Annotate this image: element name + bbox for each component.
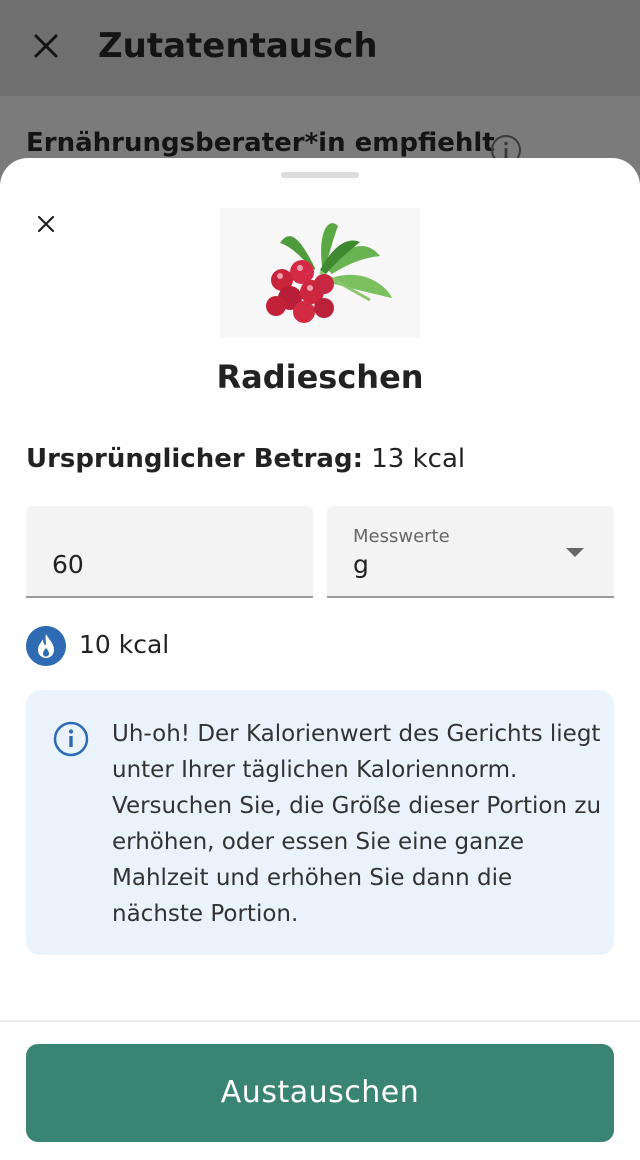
footer-divider bbox=[0, 1020, 640, 1022]
original-amount-value: 13 kcal bbox=[371, 444, 466, 474]
amount-input[interactable]: 60 bbox=[26, 506, 313, 598]
radish-image bbox=[220, 208, 420, 338]
unit-select-value: g bbox=[353, 550, 369, 579]
ingredient-name: Radieschen bbox=[216, 358, 424, 396]
unit-select-label: Messwerte bbox=[353, 526, 450, 547]
ingredient-bottom-sheet: Radieschen Ursprünglicher Betrag: 13 kca… bbox=[0, 158, 640, 1160]
amount-value: 60 bbox=[52, 550, 84, 579]
chevron-down-icon[interactable] bbox=[566, 548, 584, 557]
background-header: Zutatentausch bbox=[0, 0, 640, 96]
calorie-warning-notice: Uh-oh! Der Kalorienwert des Gerichts lie… bbox=[26, 690, 614, 955]
calories-value: 10 kcal bbox=[79, 630, 170, 659]
notice-text: Uh-oh! Der Kalorienwert des Gerichts lie… bbox=[112, 721, 602, 927]
page-title: Zutatentausch bbox=[98, 26, 378, 66]
info-icon bbox=[53, 721, 89, 757]
original-amount: Ursprünglicher Betrag: 13 kcal bbox=[26, 444, 465, 474]
flame-icon bbox=[26, 626, 66, 666]
background-close-icon[interactable] bbox=[30, 30, 62, 62]
replace-button[interactable]: Austauschen bbox=[26, 1044, 614, 1142]
close-icon[interactable] bbox=[32, 210, 60, 238]
unit-select[interactable]: Messwerte g bbox=[327, 506, 614, 598]
section-title: Ernährungsberater*in empfiehlt bbox=[26, 128, 495, 158]
original-amount-label: Ursprünglicher Betrag: bbox=[26, 444, 363, 474]
sheet-drag-handle[interactable] bbox=[281, 172, 359, 178]
